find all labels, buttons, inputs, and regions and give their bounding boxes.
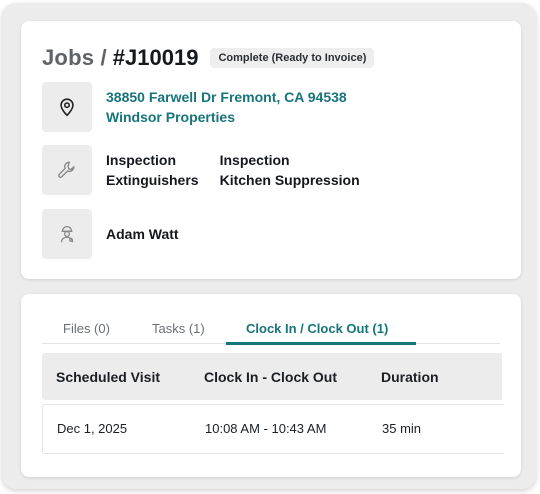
- customer-link[interactable]: Windsor Properties: [106, 107, 347, 127]
- wrench-icon: [42, 145, 92, 195]
- job-summary-card: Jobs / #J10019 Complete (Ready to Invoic…: [21, 21, 521, 279]
- map-pin-icon: [42, 82, 92, 132]
- cell-clock-in-out: 10:08 AM - 10:43 AM: [205, 421, 327, 436]
- table-header: Scheduled Visit Clock In - Clock Out Dur…: [42, 353, 502, 400]
- services-row: Inspection Extinguishers Inspection Kitc…: [42, 145, 381, 195]
- column-header-duration[interactable]: Duration: [381, 369, 439, 385]
- active-tab-indicator: [226, 342, 416, 345]
- column-header-clock-in-out[interactable]: Clock In - Clock Out: [204, 369, 337, 385]
- cell-scheduled-visit: Dec 1, 2025: [57, 421, 128, 436]
- service-type: Inspection: [219, 152, 290, 168]
- service-column: Inspection Kitchen Suppression: [220, 150, 360, 190]
- service-name: Kitchen Suppression: [219, 172, 360, 188]
- location-row: 38850 Farwell Dr Fremont, CA 94538 Winds…: [42, 82, 347, 132]
- table-row[interactable]: Dec 1, 2025 10:08 AM - 10:43 AM 35 min: [42, 404, 504, 454]
- column-header-scheduled-visit[interactable]: Scheduled Visit: [56, 369, 160, 385]
- tab-tasks[interactable]: Tasks (1): [152, 321, 205, 336]
- tab-clock-in-out[interactable]: Clock In / Clock Out (1): [246, 321, 388, 336]
- breadcrumb-jobs[interactable]: Jobs /: [42, 45, 107, 71]
- service-name: Extinguishers: [106, 172, 199, 188]
- technician-row: Adam Watt: [42, 209, 179, 259]
- status-badge: Complete (Ready to Invoice): [210, 48, 375, 68]
- service-type: Inspection: [106, 152, 177, 168]
- technician-icon: [42, 209, 92, 259]
- cell-duration: 35 min: [382, 421, 422, 436]
- tab-bar: Files (0) Tasks (1) Clock In / Clock Out…: [42, 318, 500, 345]
- tab-files[interactable]: Files (0): [63, 321, 110, 336]
- job-id: #J10019: [112, 45, 199, 70]
- service-column: Inspection Extinguishers: [106, 150, 199, 190]
- job-activity-card: Files (0) Tasks (1) Clock In / Clock Out…: [21, 294, 521, 477]
- job-detail-panel: Jobs / #J10019 Complete (Ready to Invoic…: [2, 3, 536, 489]
- page-title: Jobs / #J10019 Complete (Ready to Invoic…: [42, 45, 375, 71]
- technician-name[interactable]: Adam Watt: [106, 226, 179, 242]
- address-link[interactable]: 38850 Farwell Dr Fremont, CA 94538: [106, 87, 347, 107]
